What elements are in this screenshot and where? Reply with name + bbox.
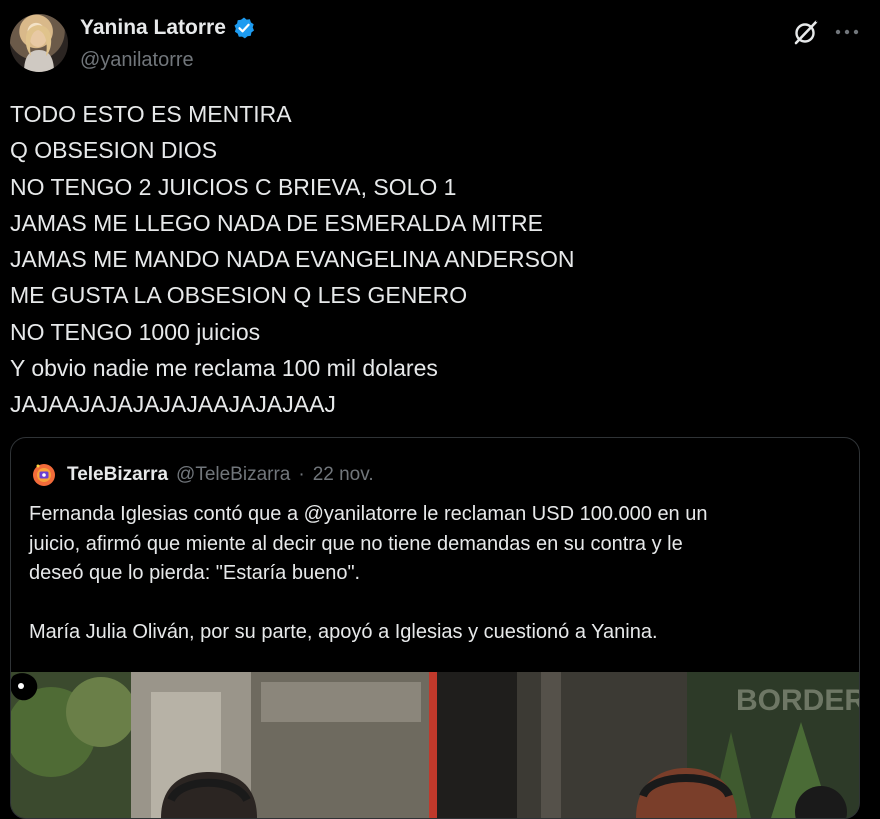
telebizarra-avatar[interactable] bbox=[29, 460, 59, 490]
media-watermark: BORDER bbox=[736, 684, 859, 717]
author-name-row: Yanina Latorre bbox=[80, 16, 256, 40]
verified-badge-icon[interactable] bbox=[232, 16, 256, 40]
quoted-tweet-header: TeleBizarra @TeleBizarra · 22 nov. bbox=[29, 460, 374, 490]
quoted-tweet-date[interactable]: 22 nov. bbox=[313, 464, 374, 486]
quoted-tweet-media[interactable]: BORDER bbox=[11, 672, 859, 818]
video-thumbnail: BORDER bbox=[11, 672, 859, 818]
quoted-text-line: María Julia Oliván, por su parte, apoyó … bbox=[29, 621, 658, 643]
author-avatar[interactable] bbox=[10, 14, 68, 72]
tweet-line: Y obvio nadie me reclama 100 mil dolares bbox=[10, 355, 438, 382]
tweet-line: JAJAAJAJAJAJAJAAJAJAJAAJ bbox=[10, 391, 336, 418]
tweet-line: JAMAS ME LLEGO NADA DE ESMERALDA MITRE bbox=[10, 209, 543, 236]
separator-dot: · bbox=[298, 464, 305, 485]
quoted-text-line: Fernanda Iglesias contó que a @yanilator… bbox=[29, 503, 708, 525]
tweet-line: JAMAS ME MANDO NADA EVANGELINA ANDERSON bbox=[10, 246, 575, 273]
more-options-icon[interactable] bbox=[832, 18, 862, 46]
author-name[interactable]: Yanina Latorre bbox=[80, 16, 226, 40]
quoted-tweet-text: Fernanda Iglesias contó que a @yanilator… bbox=[29, 500, 839, 648]
tweet-line: Q OBSESION DIOS bbox=[10, 137, 218, 164]
quoted-author-name[interactable]: TeleBizarra bbox=[67, 464, 168, 486]
tweet-header: Yanina Latorre @yanilatorre bbox=[10, 12, 870, 76]
tweet-line: TODO ESTO ES MENTIRA bbox=[10, 101, 292, 127]
grok-icon[interactable] bbox=[792, 18, 820, 46]
tweet-line: NO TENGO 1000 juicios bbox=[10, 318, 261, 345]
quoted-text-line: juicio, afirmó que miente al decir que n… bbox=[29, 532, 683, 555]
quoted-text-line: deseó que lo pierda: "Estaría bueno". bbox=[29, 562, 361, 584]
quoted-tweet-card[interactable]: TeleBizarra @TeleBizarra · 22 nov. Ferna… bbox=[10, 437, 860, 819]
tweet-text: TODO ESTO ES MENTIRA Q OBSESION DIOS NO … bbox=[10, 96, 860, 423]
tweet-line: NO TENGO 2 JUICIOS C BRIEVA, SOLO 1 bbox=[10, 173, 457, 200]
author-handle[interactable]: @yanilatorre bbox=[80, 49, 194, 72]
tweet-line: ME GUSTA LA OBSESION Q LES GENERO bbox=[10, 282, 468, 309]
quoted-author-handle[interactable]: @TeleBizarra bbox=[176, 464, 290, 486]
